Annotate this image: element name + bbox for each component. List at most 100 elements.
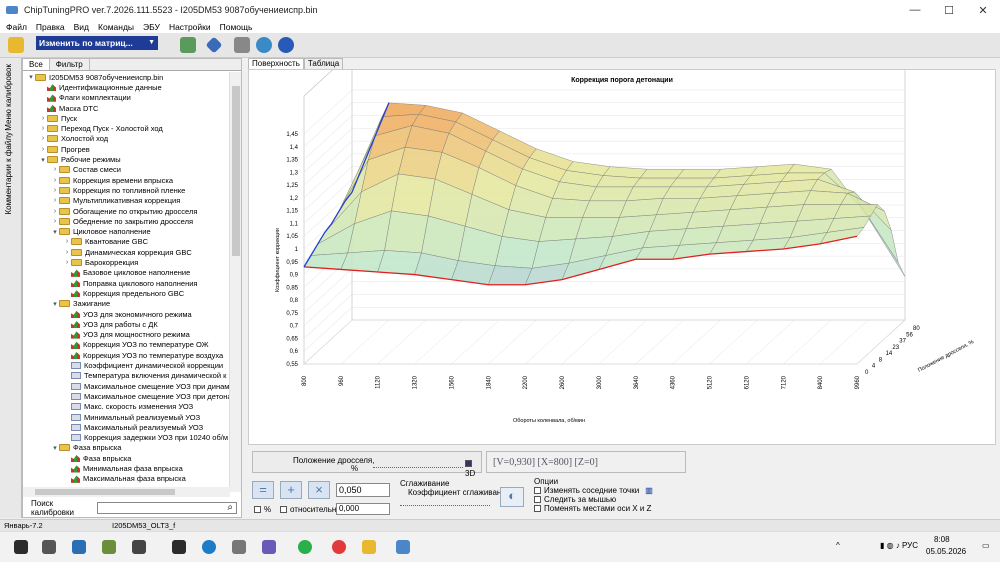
tree-item[interactable]: Фаза впрыска: [63, 453, 131, 463]
tree-item[interactable]: ▾ Фаза впрыска: [51, 443, 121, 453]
expander-icon[interactable]: ›: [51, 187, 59, 194]
teams-icon[interactable]: [262, 540, 276, 554]
tree-item[interactable]: ▾ Рабочие режимы: [39, 154, 120, 164]
tree-item[interactable]: › Прогрев: [39, 144, 90, 154]
tray-date[interactable]: 05.05.2026: [926, 547, 966, 556]
tree-item[interactable]: › Состав смеси: [51, 165, 121, 175]
tree-item[interactable]: Маска DTC: [39, 103, 98, 113]
app-icon-3[interactable]: [132, 540, 146, 554]
tree-item[interactable]: Коэффициент динамической коррекции: [63, 360, 223, 370]
expander-icon[interactable]: ▾: [51, 444, 59, 452]
option-neighbors[interactable]: Изменять соседние точки ▥: [534, 486, 653, 495]
expander-icon[interactable]: ›: [51, 177, 59, 184]
smooth-apply-button[interactable]: ◐: [500, 487, 524, 507]
tree-item[interactable]: Поправка циклового наполнения: [63, 278, 198, 288]
tree-item[interactable]: › Переход Пуск - Холостой ход: [39, 124, 163, 134]
tree-item[interactable]: УОЗ для мощностного режима: [63, 330, 190, 340]
mode-dropdown[interactable]: Изменить по матриц... ▼: [36, 36, 158, 50]
tool-icon[interactable]: [234, 37, 250, 53]
tree-item[interactable]: Максимальный реализуемый УОЗ: [63, 422, 203, 432]
checkbox-3d[interactable]: 3D: [465, 460, 481, 478]
tree-item[interactable]: › Квантование GBC: [63, 237, 148, 247]
tree-item[interactable]: › Коррекция по топливной пленке: [51, 185, 185, 195]
tab-surface[interactable]: Поверхность: [248, 58, 304, 69]
expander-icon[interactable]: ›: [51, 197, 59, 204]
app-icon-2[interactable]: [102, 540, 116, 554]
expander-icon[interactable]: ▾: [27, 73, 35, 81]
maximize-button[interactable]: ☐: [932, 0, 966, 20]
checkbox-relative[interactable]: относительно: [280, 505, 341, 514]
expander-icon[interactable]: ›: [39, 146, 47, 153]
explorer-icon[interactable]: [362, 540, 376, 554]
tree-item[interactable]: › Барокоррекция: [63, 257, 139, 267]
tree-item[interactable]: Макс. скорость изменения УОЗ: [63, 402, 193, 412]
tree-item[interactable]: ▾ Зажигание: [51, 299, 110, 309]
tree-item[interactable]: › Обогащение по открытию дросселя: [51, 206, 198, 216]
help-icon[interactable]: [278, 37, 294, 53]
expander-icon[interactable]: ›: [39, 125, 47, 132]
expander-icon[interactable]: ›: [39, 135, 47, 142]
tree-item[interactable]: Коррекция УОЗ по температуре воздуха: [63, 350, 223, 360]
expander-icon[interactable]: ›: [63, 238, 71, 245]
smoothing-slider[interactable]: [400, 501, 490, 506]
tree-horizontal-scrollbar[interactable]: [23, 487, 230, 497]
tree-item[interactable]: Минимальный реализуемый УОЗ: [63, 412, 200, 422]
step-input[interactable]: [336, 483, 390, 497]
diamond-icon[interactable]: [205, 36, 223, 54]
checkbox-percent[interactable]: %: [254, 505, 271, 514]
expander-icon[interactable]: ▾: [39, 156, 47, 164]
tree-item[interactable]: › Коррекция времени впрыска: [51, 175, 173, 185]
tree-item[interactable]: Максимальная фаза впрыска: [63, 474, 186, 484]
throttle-slider[interactable]: [373, 464, 463, 468]
tree-item[interactable]: Максимальное смещение УОЗ при детона: [63, 391, 230, 401]
expander-icon[interactable]: ›: [63, 249, 71, 256]
expander-icon[interactable]: ›: [51, 166, 59, 173]
equal-button[interactable]: =: [252, 481, 274, 499]
tree-item[interactable]: ▾ I205DM53 9087обучениеиспр.bin: [27, 72, 163, 82]
tree-item[interactable]: Минимальная фаза впрыска: [63, 463, 183, 473]
tree-item[interactable]: Максимальное смещение УОЗ при динам: [63, 381, 229, 391]
tree-item[interactable]: УОЗ для экономичного режима: [63, 309, 192, 319]
grid-icon[interactable]: ▥: [645, 486, 653, 495]
tree-item[interactable]: Флаги комплектации: [39, 93, 131, 103]
tree-item[interactable]: Коррекция УОЗ по температуре ОЖ: [63, 340, 209, 350]
menu-item-5[interactable]: Настройки: [169, 22, 211, 32]
tray-arrow-icon[interactable]: ^: [836, 541, 840, 550]
tree-item[interactable]: › Холостой ход: [39, 134, 108, 144]
multiply-button[interactable]: ×: [308, 481, 330, 499]
app-icon-4[interactable]: [172, 540, 186, 554]
tree-item[interactable]: Идентификационные данные: [39, 82, 162, 92]
expander-icon[interactable]: ›: [39, 115, 47, 122]
open-file-icon[interactable]: [8, 37, 24, 53]
tray-language[interactable]: РУС: [902, 541, 918, 550]
search-icon[interactable]: ⌕: [227, 502, 233, 513]
tree-vertical-scrollbar[interactable]: [229, 72, 241, 492]
tree-item[interactable]: Коррекция предельного GBC: [63, 288, 184, 298]
tree-item[interactable]: ▾ Цикловое наполнение: [51, 227, 150, 237]
tray-time[interactable]: 8:08: [934, 535, 950, 544]
yandex-icon[interactable]: [332, 540, 346, 554]
whatsapp-icon[interactable]: [298, 540, 312, 554]
tab-all[interactable]: Все: [23, 59, 50, 70]
add-button[interactable]: +: [280, 481, 302, 499]
taskview-icon[interactable]: [42, 540, 56, 554]
menu-item-2[interactable]: Вид: [74, 22, 89, 32]
ecu-icon[interactable]: [180, 37, 196, 53]
menu-item-1[interactable]: Правка: [36, 22, 65, 32]
expander-icon[interactable]: ▾: [51, 228, 59, 236]
tab-file-comments[interactable]: Комментарии к файлу: [4, 132, 13, 215]
menu-item-0[interactable]: Файл: [6, 22, 27, 32]
tree-item[interactable]: Температура включения динамической к: [63, 371, 226, 381]
mail-icon[interactable]: [72, 540, 86, 554]
step2-input[interactable]: [336, 503, 390, 515]
expander-icon[interactable]: ›: [51, 208, 59, 215]
tree-item[interactable]: Базовое цикловое наполнение: [63, 268, 190, 278]
option-swap-axes[interactable]: Поменять местами оси X и Z: [534, 504, 653, 513]
expander-icon[interactable]: ▾: [51, 300, 59, 308]
tab-table[interactable]: Таблица: [303, 58, 344, 69]
surface-chart-svg[interactable]: Коррекция порога детонации 0,55 0,6 0,65 0,7…: [249, 51, 995, 444]
menu-item-4[interactable]: ЭБУ: [143, 22, 160, 32]
tab-calibration-menu[interactable]: Меню калибровок: [4, 64, 13, 131]
chiptuning-task-icon[interactable]: [396, 540, 410, 554]
minimize-button[interactable]: —: [898, 0, 932, 20]
